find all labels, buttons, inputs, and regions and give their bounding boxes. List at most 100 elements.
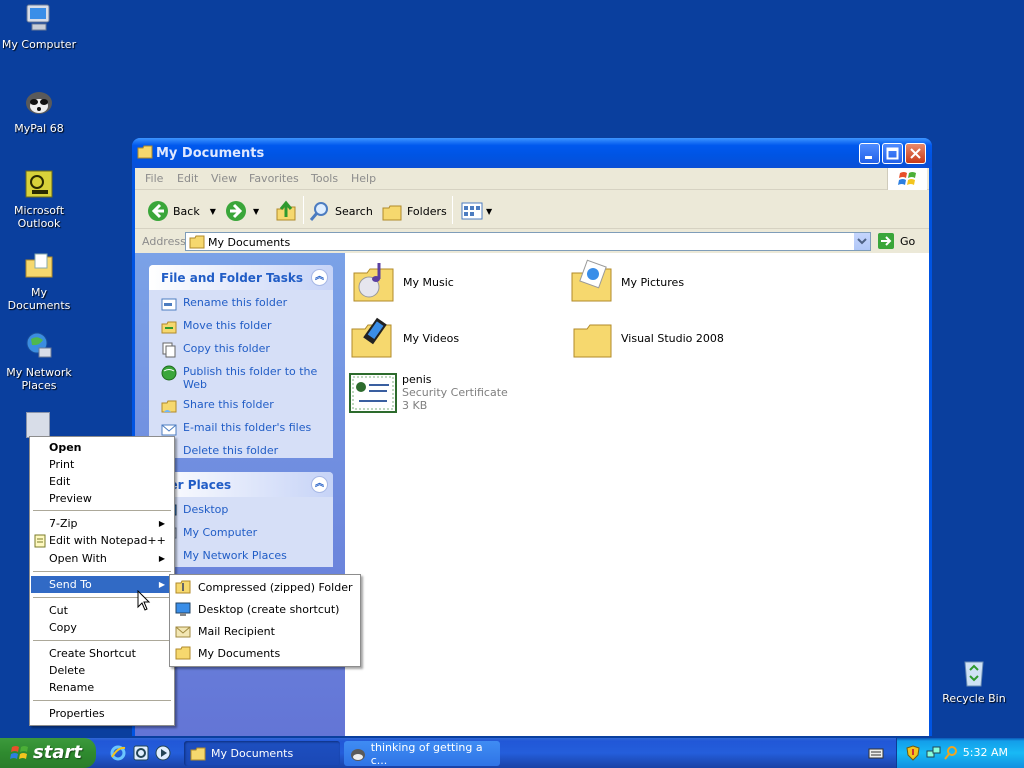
task-move-folder[interactable]: Move this folder [161,319,333,335]
address-value: My Documents [208,236,291,249]
menu-item-notepadpp[interactable]: Edit with Notepad++ [31,532,173,549]
desktop-icon-outlook[interactable]: Microsoft Outlook [0,168,78,230]
file-item-my-videos[interactable]: My Videos [349,315,459,361]
menu-help[interactable]: Help [351,172,376,185]
security-shield-icon[interactable] [905,745,921,761]
menu-file[interactable]: File [145,172,163,185]
menu-item-delete[interactable]: Delete [31,662,173,679]
panel-header[interactable]: her Places ︽ [149,472,333,497]
network-icon [26,332,52,358]
menu-item-create-shortcut[interactable]: Create Shortcut [31,645,173,662]
submenu-label: Desktop (create shortcut) [198,602,340,616]
panel-header[interactable]: File and Folder Tasks ︽ [149,265,333,290]
task-delete-folder[interactable]: Delete this folder [161,444,333,460]
maximize-icon [886,147,899,160]
place-desktop[interactable]: Desktop [161,503,333,519]
file-item-my-music[interactable]: My Music [351,259,454,305]
panel-title: File and Folder Tasks [161,271,304,285]
desktop-icon-my-computer[interactable]: My Computer [0,2,78,51]
menu-item-send-to[interactable]: Send To ▶ [31,576,173,593]
email-client-icon[interactable] [133,745,149,761]
send-to-my-documents[interactable]: My Documents [175,643,280,663]
menu-item-open-with[interactable]: Open With ▶ [31,550,173,567]
task-share-folder[interactable]: Share this folder [161,398,333,414]
task-publish-folder[interactable]: Publish this folder to the Web [161,365,333,391]
keyboard-icon[interactable] [868,745,884,761]
folder-icon [573,324,612,358]
menu-view[interactable]: View [211,172,237,185]
views-dropdown-icon: ▼ [486,206,493,216]
task-label: My Documents [211,747,294,760]
menu-item-cut[interactable]: Cut [31,602,173,619]
back-button[interactable]: Back ▼ [147,199,216,223]
up-folder-button[interactable] [275,199,297,223]
submenu-arrow-icon: ▶ [158,580,165,589]
back-arrow-icon [148,201,168,221]
file-item-my-pictures[interactable]: My Pictures [569,259,684,305]
desktop-icon-network[interactable]: My Network Places [0,330,78,392]
submenu-label: My Documents [198,646,281,660]
internet-explorer-icon[interactable] [110,745,126,761]
file-item-visual-studio-2008[interactable]: Visual Studio 2008 [571,315,724,361]
task-label: thinking of getting a c... [370,740,483,767]
menu-item-properties[interactable]: Properties [31,705,173,722]
globe-icon [161,365,177,381]
minimize-icon [865,156,872,159]
collapse-icon[interactable]: ︽ [311,269,328,286]
network-status-icon[interactable] [925,745,941,761]
views-button[interactable]: ▼ [461,199,492,223]
menu-favorites[interactable]: Favorites [249,172,299,185]
title-bar[interactable]: My Documents [132,138,932,168]
forward-arrow-icon [226,201,246,221]
address-input[interactable]: My Documents [185,232,871,251]
menu-tools[interactable]: Tools [311,172,338,185]
task-browser[interactable]: thinking of getting a c... [344,740,500,767]
menu-item-7zip[interactable]: 7-Zip ▶ [31,515,173,532]
menu-item-copy[interactable]: Copy [31,619,173,636]
task-copy-folder[interactable]: Copy this folder [161,342,333,358]
folders-button[interactable]: Folders [381,199,447,223]
search-icon[interactable] [943,745,959,761]
place-network[interactable]: My Network Places [161,549,333,565]
close-button[interactable] [905,143,926,164]
task-rename-folder[interactable]: Rename this folder [161,296,333,312]
go-button[interactable]: Go [877,232,915,250]
menu-item-rename[interactable]: Rename [31,679,173,696]
send-to-mail[interactable]: Mail Recipient [175,621,275,641]
go-label: Go [900,234,916,248]
toolbar-separator [452,196,453,224]
menu-edit[interactable]: Edit [177,172,198,185]
send-to-desktop[interactable]: Desktop (create shortcut) [175,599,339,619]
place-my-computer[interactable]: My Computer [161,526,333,542]
start-button[interactable]: start [0,738,96,768]
menu-item-edit[interactable]: Edit [31,473,173,490]
task-email-files[interactable]: E-mail this folder's files [161,421,333,437]
forward-dropdown-icon[interactable]: ▼ [253,207,259,216]
task-label: E-mail this folder's files [183,421,312,434]
desktop-icon-recycle-bin[interactable]: Recycle Bin [935,656,1013,705]
place-label: My Computer [183,526,258,539]
minimize-button[interactable] [859,143,880,164]
menu-item-print[interactable]: Print [31,456,173,473]
forward-button[interactable]: ▼ [225,199,259,223]
desktop-icon-partial[interactable] [26,412,50,438]
menu-item-preview[interactable]: Preview [31,490,173,507]
address-dropdown-button[interactable] [853,233,870,250]
back-label: Back [173,204,200,218]
desktop-icon-label: Recycle Bin [942,692,1006,705]
collapse-icon[interactable]: ︽ [311,476,328,493]
send-to-zip[interactable]: Compressed (zipped) Folder [175,577,352,597]
desktop-icon-label: My Network Places [6,366,72,392]
search-button[interactable]: Search [309,199,373,223]
file-item-certificate[interactable]: penis Security Certificate 3 KB [349,373,508,413]
task-label: Rename this folder [183,296,288,309]
window-title: My Documents [156,146,265,161]
desktop-icon-my-documents[interactable]: My Documents [0,250,78,312]
menu-item-open[interactable]: Open [31,439,173,456]
back-dropdown-icon[interactable]: ▼ [210,207,216,216]
task-my-documents[interactable]: My Documents [184,741,340,766]
maximize-button[interactable] [882,143,903,164]
desktop-icon-mypal[interactable]: MyPal 68 [0,86,78,135]
menu-item-label: Edit with Notepad++ [49,534,166,547]
media-player-icon[interactable] [155,745,171,761]
